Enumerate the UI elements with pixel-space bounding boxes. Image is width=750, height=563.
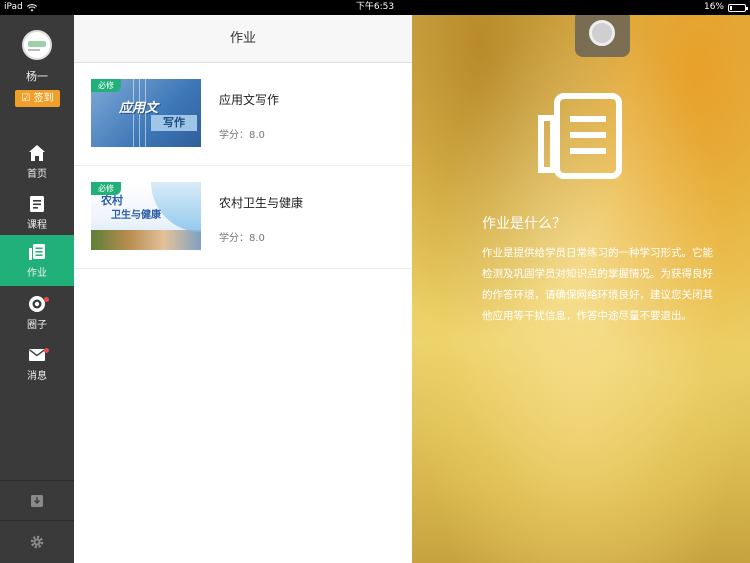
- sidebar-item-label: 消息: [27, 370, 47, 382]
- required-tag: 必修: [91, 79, 121, 92]
- avatar-image-line: [28, 49, 40, 51]
- signin-icon: ☑: [21, 93, 31, 104]
- thumbnail-text: 应用文: [119, 101, 159, 116]
- gear-icon[interactable]: [29, 534, 45, 550]
- signin-label: 签到: [33, 93, 54, 104]
- circle-badge-dot: [44, 297, 49, 302]
- course-thumbnail: 应用文 写作 必修: [91, 79, 201, 147]
- info-panel: 作业是什么？ 作业是提供给学员日常练习的一种学习形式。它能检测及巩固学员对知识点…: [412, 15, 750, 563]
- page-title: 作业: [74, 15, 412, 63]
- required-tag: 必修: [91, 182, 121, 195]
- download-icon[interactable]: [29, 493, 45, 509]
- status-bar: iPad 下午6:53 16%: [0, 0, 750, 15]
- status-right: 16%: [703, 0, 748, 15]
- thumbnail-photo-strip: [91, 230, 201, 250]
- sidebar-divider: [0, 520, 74, 521]
- circle-icon: [29, 295, 45, 312]
- sidebar-item-label: 首页: [27, 168, 47, 180]
- sidebar-divider: [0, 480, 74, 481]
- thumbnail-text: 卫生与健康: [111, 210, 161, 221]
- sidebar-item-label: 圈子: [27, 319, 47, 331]
- avatar[interactable]: [22, 30, 52, 60]
- sidebar-item-label: 课程: [27, 219, 47, 231]
- battery-fill: [730, 5, 732, 10]
- list-item[interactable]: 农村 卫生与健康 必修 农村卫生与健康 学分：8.0: [74, 166, 412, 269]
- sidebar-item-message[interactable]: 消息: [0, 338, 74, 389]
- homework-icon: [538, 93, 622, 179]
- sidebar: 杨一 ☑ 签到 首页 课程 作业 圈子 消息: [0, 15, 74, 563]
- sidebar-item-course[interactable]: 课程: [0, 187, 74, 238]
- course-credit: 学分：8.0: [219, 233, 265, 244]
- course-credit: 学分：8.0: [219, 130, 265, 141]
- course-title: 应用文写作: [219, 93, 280, 107]
- info-description: 作业是提供给学员日常练习的一种学习形式。它能检测及巩固学员对知识点的掌握情况。为…: [482, 247, 713, 322]
- course-icon: [30, 195, 44, 212]
- assistive-touch-button[interactable]: [575, 15, 630, 57]
- list-item[interactable]: 应用文 写作 必修 应用文写作 学分：8.0: [74, 63, 412, 166]
- sidebar-item-label: 作业: [27, 267, 47, 279]
- mail-icon: [29, 348, 45, 361]
- course-title: 农村卫生与健康: [219, 196, 304, 210]
- battery-icon: [728, 3, 748, 12]
- thumbnail-text: 写作: [151, 115, 197, 131]
- homework-list-panel: 作业 应用文 写作 必修 应用文写作 学分：8.0 农村 卫生与健康 必修 农村…: [74, 15, 412, 563]
- sidebar-item-homework[interactable]: 作业: [0, 235, 74, 286]
- info-title: 作业是什么？: [482, 216, 566, 232]
- sidebar-item-circle[interactable]: 圈子: [0, 287, 74, 338]
- status-time: 下午6:53: [355, 2, 395, 12]
- avatar-image-shape: [28, 41, 46, 47]
- user-name: 杨一: [26, 70, 48, 83]
- sidebar-item-home[interactable]: 首页: [0, 136, 74, 187]
- course-thumbnail: 农村 卫生与健康 必修: [91, 182, 201, 250]
- assistive-touch-icon: [589, 20, 615, 46]
- battery-percent: 16%: [703, 2, 724, 12]
- home-icon: [29, 144, 45, 161]
- signin-button[interactable]: ☑ 签到: [15, 90, 60, 107]
- homework-icon: [29, 243, 45, 260]
- message-badge-dot: [44, 348, 49, 353]
